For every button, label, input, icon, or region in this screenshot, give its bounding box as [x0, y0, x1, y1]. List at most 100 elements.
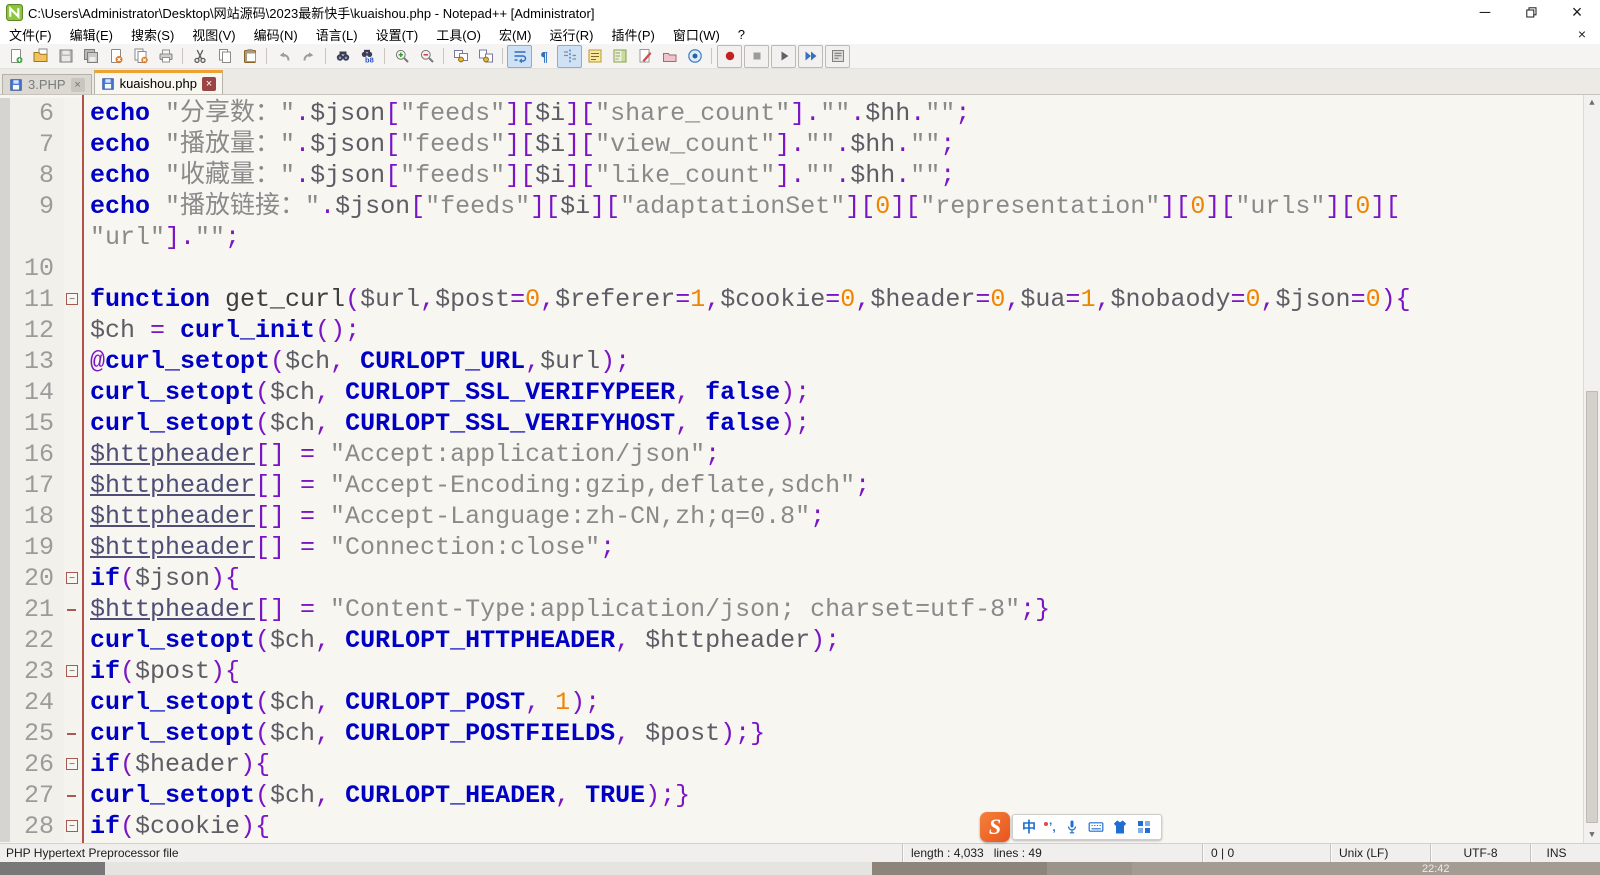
code-row[interactable]: 22 curl_setopt($ch, CURLOPT_HTTPHEADER, $…: [0, 625, 1584, 656]
indent-guide-button[interactable]: [557, 44, 582, 68]
zoom-out-button[interactable]: [414, 45, 439, 68]
fold-margin[interactable]: −: [64, 656, 82, 687]
code-row[interactable]: 15 curl_setopt($ch, CURLOPT_SSL_VERIFYHOS…: [0, 408, 1584, 439]
macro-stop-button[interactable]: [744, 44, 769, 68]
code-row[interactable]: 14 curl_setopt($ch, CURLOPT_SSL_VERIFYPEE…: [0, 377, 1584, 408]
fold-collapse-icon[interactable]: −: [66, 758, 78, 770]
code-editor[interactable]: 6 echo "分享数：".$json["feeds"][$i]["share_c…: [0, 95, 1600, 843]
code-row[interactable]: 18 $httpheader[] = "Accept-Language:zh-CN…: [0, 501, 1584, 532]
doc-map-button[interactable]: [607, 45, 632, 68]
sync-scroll-horizontal-button[interactable]: [473, 45, 498, 68]
scroll-down-arrow[interactable]: ▼: [1584, 827, 1600, 843]
paste-button[interactable]: [237, 45, 262, 68]
scrollbar-thumb[interactable]: [1586, 391, 1598, 823]
fold-margin[interactable]: [64, 780, 82, 811]
code-row[interactable]: 8 echo "收藏量：".$json["feeds"][$i]["like_co…: [0, 160, 1584, 191]
fold-collapse-icon[interactable]: −: [66, 572, 78, 584]
macro-save-button[interactable]: [825, 44, 850, 68]
code-row[interactable]: 28− if($cookie){: [0, 811, 1584, 842]
menu-item[interactable]: 设置(T): [367, 25, 428, 44]
restore-button[interactable]: [1508, 0, 1554, 24]
status-eol-format[interactable]: Unix (LF): [1330, 844, 1430, 862]
ime-chinese-mode-icon[interactable]: 中: [1022, 817, 1036, 837]
fold-margin[interactable]: −: [64, 563, 82, 594]
menu-item[interactable]: ?: [729, 27, 754, 42]
menu-item[interactable]: 运行(R): [540, 25, 602, 44]
ime-microphone-icon[interactable]: [1064, 819, 1080, 835]
menu-item[interactable]: 工具(O): [427, 25, 490, 44]
fold-margin[interactable]: −: [64, 811, 82, 842]
code-row[interactable]: 21 $httpheader[] = "Content-Type:applicat…: [0, 594, 1584, 625]
sync-scroll-vertical-button[interactable]: [448, 45, 473, 68]
replace-button[interactable]: b8: [355, 45, 380, 68]
fold-collapse-icon[interactable]: −: [66, 665, 78, 677]
fold-margin[interactable]: −: [64, 284, 82, 315]
code-row[interactable]: 24 curl_setopt($ch, CURLOPT_POST, 1);: [0, 687, 1584, 718]
tab-close-icon[interactable]: ×: [70, 77, 85, 92]
status-insert-mode[interactable]: INS: [1530, 844, 1582, 862]
cut-button[interactable]: [187, 45, 212, 68]
macro-run-multi-button[interactable]: [798, 44, 823, 68]
code-row[interactable]: 13 @curl_setopt($ch, CURLOPT_URL,$url);: [0, 346, 1584, 377]
menu-item[interactable]: 宏(M): [490, 25, 541, 44]
folder-workspace-button[interactable]: [657, 45, 682, 68]
macro-record-button[interactable]: [717, 44, 742, 68]
show-all-chars-button[interactable]: ¶: [532, 45, 557, 68]
ime-toolbox-icon[interactable]: [1136, 819, 1152, 835]
code-row[interactable]: 9 echo "播放链接：".$json["feeds"][$i]["adapta…: [0, 191, 1584, 222]
code-row[interactable]: 7 echo "播放量：".$json["feeds"][$i]["view_co…: [0, 129, 1584, 160]
vertical-scrollbar[interactable]: ▲ ▼: [1583, 95, 1600, 843]
status-encoding[interactable]: UTF-8: [1430, 844, 1530, 862]
code-row[interactable]: 11− function get_curl($url,$post=0,$refer…: [0, 284, 1584, 315]
code-row[interactable]: 6 echo "分享数：".$json["feeds"][$i]["share_c…: [0, 98, 1584, 129]
menu-item[interactable]: 插件(P): [603, 25, 664, 44]
new-file-button[interactable]: [3, 45, 28, 68]
print-button[interactable]: [153, 45, 178, 68]
save-button[interactable]: [53, 45, 78, 68]
undo-button[interactable]: [271, 45, 296, 68]
tab-3-php[interactable]: 3.PHP ×: [2, 74, 92, 94]
copy-button[interactable]: [212, 45, 237, 68]
code-row[interactable]: 12 $ch = curl_init();: [0, 315, 1584, 346]
menu-item[interactable]: 视图(V): [183, 25, 244, 44]
code-row[interactable]: "url"]."";: [0, 222, 1584, 253]
menu-item[interactable]: 窗口(W): [664, 25, 729, 44]
menu-item[interactable]: 搜索(S): [122, 25, 183, 44]
minimize-button[interactable]: ─: [1462, 0, 1508, 24]
menu-item[interactable]: 编辑(E): [61, 25, 122, 44]
function-list-button[interactable]: [582, 45, 607, 68]
code-row[interactable]: 10: [0, 253, 1584, 284]
code-row[interactable]: 16 $httpheader[] = "Accept:application/js…: [0, 439, 1584, 470]
word-wrap-button[interactable]: [507, 44, 532, 68]
menu-item[interactable]: 文件(F): [0, 25, 61, 44]
scroll-up-arrow[interactable]: ▲: [1584, 95, 1600, 111]
close-file-button[interactable]: [103, 45, 128, 68]
close-all-button[interactable]: [128, 45, 153, 68]
redo-button[interactable]: [296, 45, 321, 68]
code-row[interactable]: 19 $httpheader[] = "Connection:close";: [0, 532, 1584, 563]
save-all-button[interactable]: [78, 45, 103, 68]
sogou-logo-icon[interactable]: S: [980, 812, 1010, 842]
fold-margin[interactable]: [64, 718, 82, 749]
close-button[interactable]: ×: [1554, 0, 1600, 24]
ime-keyboard-icon[interactable]: [1088, 819, 1104, 835]
code-row[interactable]: 27 curl_setopt($ch, CURLOPT_HEADER, TRUE)…: [0, 780, 1584, 811]
code-row[interactable]: 25 curl_setopt($ch, CURLOPT_POSTFIELDS, $…: [0, 718, 1584, 749]
open-file-button[interactable]: [28, 45, 53, 68]
ime-punctuation-icon[interactable]: ’,: [1044, 820, 1056, 834]
fold-margin[interactable]: [64, 594, 82, 625]
code-row[interactable]: 26− if($header){: [0, 749, 1584, 780]
macro-play-button[interactable]: [771, 44, 796, 68]
code-row[interactable]: 23− if($post){: [0, 656, 1584, 687]
tab-close-icon[interactable]: ×: [201, 76, 216, 91]
menu-item[interactable]: 语言(L): [307, 25, 367, 44]
tab-kuaishou-php[interactable]: kuaishou.php ×: [93, 70, 223, 94]
menu-item[interactable]: 编码(N): [245, 25, 307, 44]
zoom-in-button[interactable]: [389, 45, 414, 68]
ime-skin-icon[interactable]: [1112, 819, 1128, 835]
fold-collapse-icon[interactable]: −: [66, 820, 78, 832]
monitoring-button[interactable]: [682, 45, 707, 68]
fold-margin[interactable]: −: [64, 749, 82, 780]
find-button[interactable]: [330, 45, 355, 68]
code-row[interactable]: 20− if($json){: [0, 563, 1584, 594]
